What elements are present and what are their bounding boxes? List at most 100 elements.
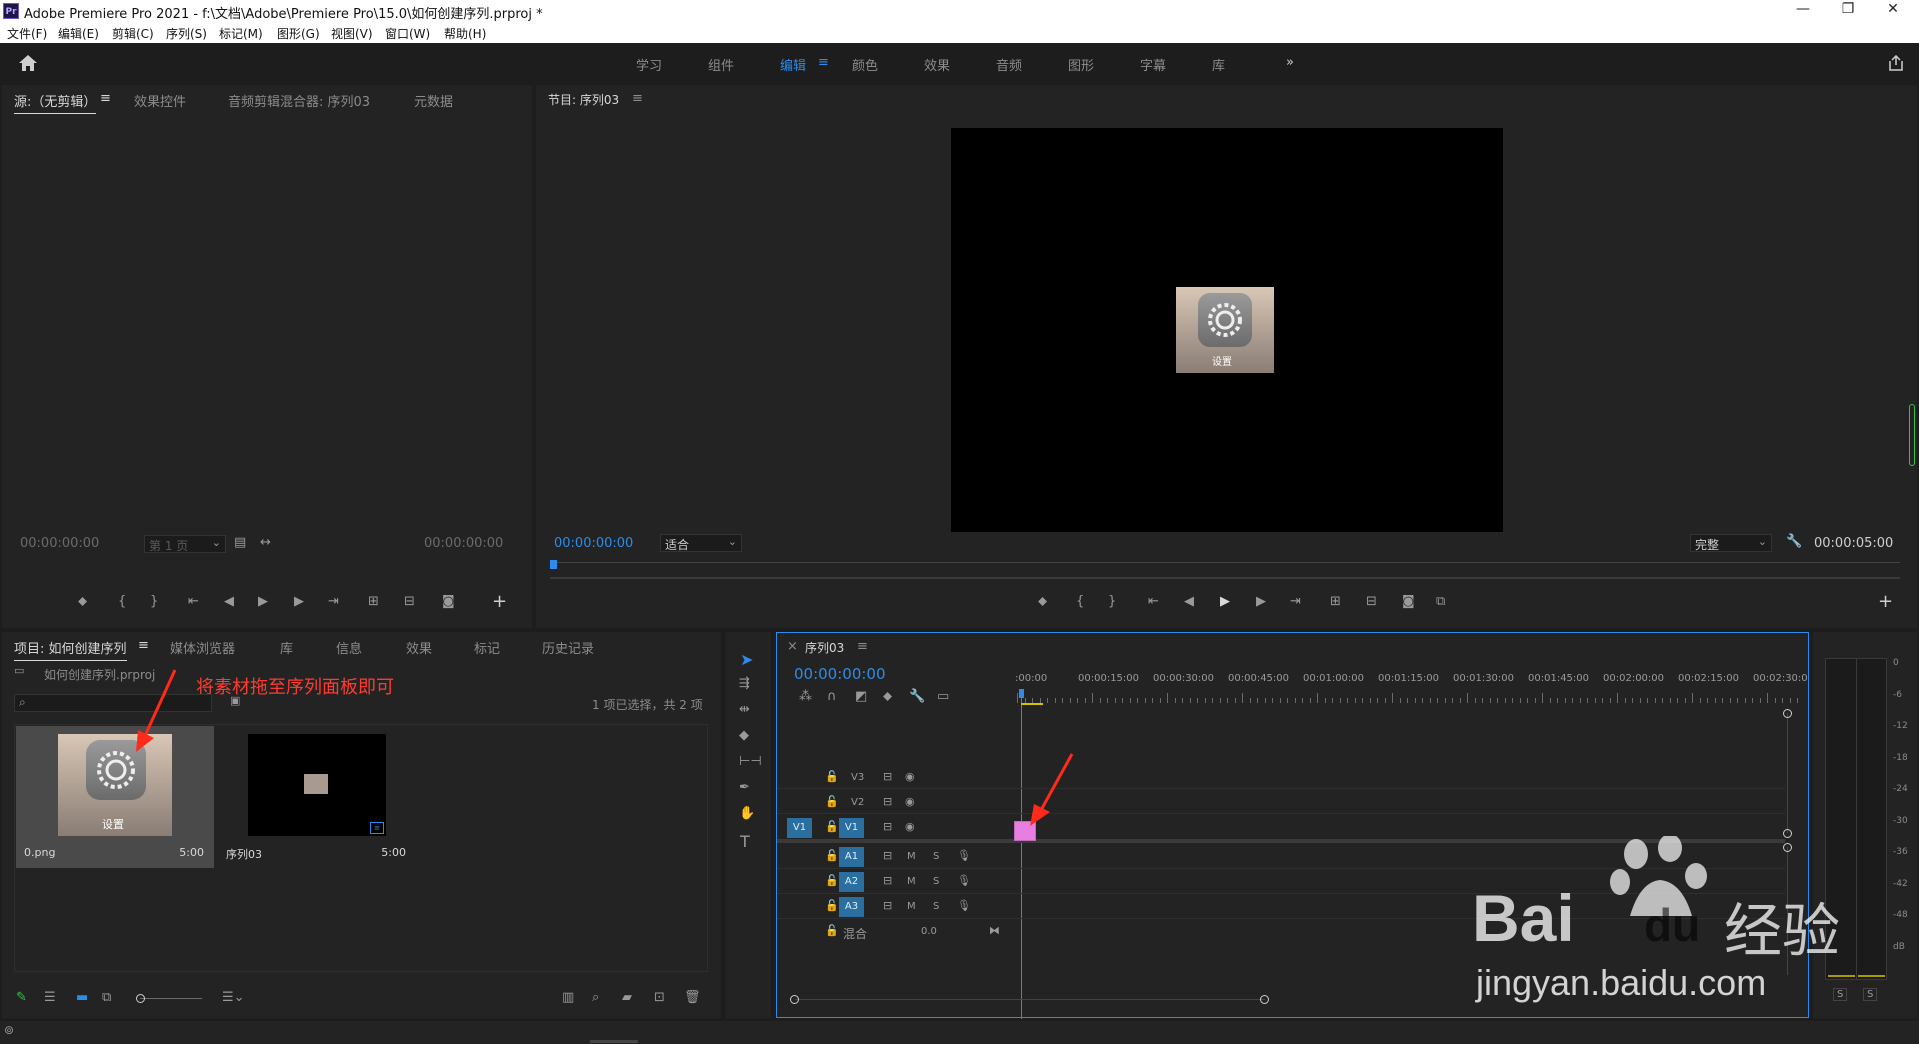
pen-tool-icon[interactable]: ✒ bbox=[739, 780, 750, 795]
program-mark-out-icon[interactable]: } bbox=[1108, 594, 1116, 609]
program-compare-icon[interactable]: ⧉ bbox=[1436, 594, 1445, 609]
menu-sequence[interactable]: 序列(S) bbox=[166, 25, 207, 42]
project-item-0png[interactable]: 设置 0.png 5:00 bbox=[16, 726, 214, 868]
timeline-horizontal-scrollbar[interactable] bbox=[795, 999, 1265, 1000]
program-play-icon[interactable]: ▶ bbox=[1220, 594, 1230, 609]
workspace-learn[interactable]: 学习 bbox=[636, 55, 662, 74]
source-add-button-icon[interactable]: + bbox=[492, 591, 507, 612]
quality-select[interactable]: 完整 ⌄ bbox=[1690, 534, 1772, 552]
work-area-bar[interactable] bbox=[1021, 703, 1043, 705]
track-label[interactable]: V2 bbox=[851, 797, 864, 808]
video-scroll-handle-bottom[interactable] bbox=[1783, 829, 1792, 838]
sync-lock-icon[interactable]: ⊟ bbox=[883, 795, 892, 808]
sort-icon[interactable]: ☰⌄ bbox=[222, 990, 245, 1005]
workspace-editing[interactable]: 编辑 bbox=[780, 55, 806, 74]
mute-button[interactable]: M bbox=[907, 901, 916, 912]
solo-button[interactable]: S bbox=[933, 901, 939, 912]
hscroll-handle-left[interactable] bbox=[790, 995, 799, 1004]
lock-icon[interactable]: 🔓 bbox=[825, 924, 839, 937]
program-step-forward-icon[interactable]: ▶ bbox=[1256, 594, 1266, 609]
close-button[interactable]: ✕ bbox=[1878, 1, 1908, 17]
timeline-ruler[interactable]: :00:00 00:00:15:00 00:00:30:00 00:00:45:00 0… bbox=[1015, 673, 1808, 703]
menu-file[interactable]: 文件(F) bbox=[7, 25, 47, 42]
program-title[interactable]: 节目: 序列03 bbox=[548, 91, 619, 108]
new-bin-icon[interactable]: ▰ bbox=[622, 990, 632, 1005]
source-timecode-left[interactable]: 00:00:00:00 bbox=[20, 536, 99, 551]
solo-button[interactable]: S bbox=[933, 876, 939, 887]
program-export-frame-icon[interactable]: ◙ bbox=[1402, 594, 1415, 609]
home-icon[interactable] bbox=[18, 54, 38, 72]
video-scroll-handle-top[interactable] bbox=[1783, 709, 1792, 718]
workspace-audio[interactable]: 音频 bbox=[996, 55, 1022, 74]
workspace-color[interactable]: 颜色 bbox=[852, 55, 878, 74]
eye-icon[interactable]: ◉ bbox=[905, 770, 915, 783]
lock-icon[interactable]: 🔓 bbox=[825, 795, 839, 808]
source-go-to-out-icon[interactable]: ⇥ bbox=[328, 594, 339, 609]
lock-icon[interactable]: 🔓 bbox=[825, 899, 839, 912]
more-workspaces-icon[interactable]: » bbox=[1286, 55, 1294, 70]
program-go-to-in-icon[interactable]: ⇤ bbox=[1148, 594, 1159, 609]
source-mark-in-icon[interactable]: { bbox=[118, 594, 126, 609]
workspace-assembly[interactable]: 组件 bbox=[708, 55, 734, 74]
menu-graphics[interactable]: 图形(G) bbox=[277, 25, 320, 42]
list-view-icon[interactable]: ☰ bbox=[44, 990, 56, 1005]
tab-metadata[interactable]: 元数据 bbox=[414, 91, 453, 110]
write-mode-icon[interactable]: ✎ bbox=[16, 990, 27, 1005]
share-icon[interactable] bbox=[1887, 55, 1905, 71]
program-zoom-bar[interactable] bbox=[550, 577, 1900, 579]
menu-window[interactable]: 窗口(W) bbox=[385, 25, 430, 42]
tab-libraries[interactable]: 库 bbox=[280, 638, 293, 657]
source-timecode-right[interactable]: 00:00:00:00 bbox=[424, 536, 503, 551]
freeform-view-icon[interactable]: ⧉ bbox=[102, 990, 111, 1005]
add-marker-icon[interactable]: ⬥ bbox=[883, 689, 892, 704]
panel-scroll-indicator[interactable] bbox=[1909, 404, 1915, 466]
eye-icon[interactable]: ◉ bbox=[905, 820, 915, 833]
new-search-bin-icon[interactable]: ▣ bbox=[230, 694, 240, 707]
source-play-icon[interactable]: ▶ bbox=[258, 594, 268, 609]
mute-button[interactable]: M bbox=[907, 876, 916, 887]
hscroll-handle-right[interactable] bbox=[1260, 995, 1269, 1004]
timeline-settings-icon[interactable]: 🔧 bbox=[909, 689, 925, 704]
source-marker-icon[interactable]: ⬥ bbox=[78, 594, 87, 609]
sync-lock-icon[interactable]: ⊟ bbox=[883, 770, 892, 783]
selection-tool-icon[interactable]: ➤ bbox=[740, 650, 753, 669]
mute-button[interactable]: M bbox=[907, 851, 916, 862]
program-mark-in-icon[interactable]: { bbox=[1076, 594, 1084, 609]
source-step-back-icon[interactable]: ◀ bbox=[224, 594, 234, 609]
timeline-close-icon[interactable]: × bbox=[787, 639, 798, 654]
captions-icon[interactable]: ▭ bbox=[937, 689, 949, 704]
source-step-forward-icon[interactable]: ▶ bbox=[294, 594, 304, 609]
audio-vertical-scrollbar[interactable] bbox=[1787, 847, 1788, 975]
workspace-menu-icon[interactable]: ≡ bbox=[818, 55, 829, 70]
project-panel-menu-icon[interactable]: ≡ bbox=[138, 638, 149, 653]
automate-to-sequence-icon[interactable]: ▥ bbox=[562, 990, 574, 1005]
source-settings-icon[interactable]: ▤ bbox=[234, 535, 246, 550]
minimize-button[interactable]: — bbox=[1788, 1, 1818, 17]
program-playhead[interactable] bbox=[550, 560, 557, 569]
icon-view-icon[interactable]: ▬ bbox=[76, 990, 88, 1005]
menu-view[interactable]: 视图(V) bbox=[331, 25, 373, 42]
mic-icon[interactable]: 🎙 bbox=[957, 899, 971, 912]
project-search-input[interactable]: ⌕ bbox=[14, 694, 212, 712]
hand-tool-icon[interactable]: ✋ bbox=[739, 806, 755, 821]
track-target-v1[interactable]: V1 bbox=[839, 818, 864, 838]
ripple-edit-tool-icon[interactable]: ⇹ bbox=[739, 702, 750, 717]
sync-lock-icon[interactable]: ⊟ bbox=[883, 849, 892, 862]
workspace-captions[interactable]: 字幕 bbox=[1140, 55, 1166, 74]
clear-icon[interactable]: 🗑 bbox=[684, 990, 701, 1005]
restore-button[interactable]: ❐ bbox=[1833, 1, 1863, 17]
menu-marker[interactable]: 标记(M) bbox=[219, 25, 263, 42]
source-expand-icon[interactable]: ↔ bbox=[260, 535, 271, 550]
timeline-menu-icon[interactable]: ≡ bbox=[857, 639, 868, 654]
tab-project[interactable]: 项目: 如何创建序列 bbox=[14, 638, 127, 661]
source-insert-icon[interactable]: ⊞ bbox=[368, 594, 379, 609]
sync-lock-icon[interactable]: ⊟ bbox=[883, 874, 892, 887]
program-timecode[interactable]: 00:00:00:00 bbox=[554, 536, 633, 551]
lock-icon[interactable]: 🔓 bbox=[825, 849, 839, 862]
mic-icon[interactable]: 🎙 bbox=[957, 874, 971, 887]
program-go-to-out-icon[interactable]: ⇥ bbox=[1290, 594, 1301, 609]
source-go-to-in-icon[interactable]: ⇤ bbox=[188, 594, 199, 609]
program-add-button-icon[interactable]: + bbox=[1878, 591, 1893, 612]
lock-icon[interactable]: 🔓 bbox=[825, 820, 839, 833]
track-label[interactable]: V3 bbox=[851, 772, 864, 783]
